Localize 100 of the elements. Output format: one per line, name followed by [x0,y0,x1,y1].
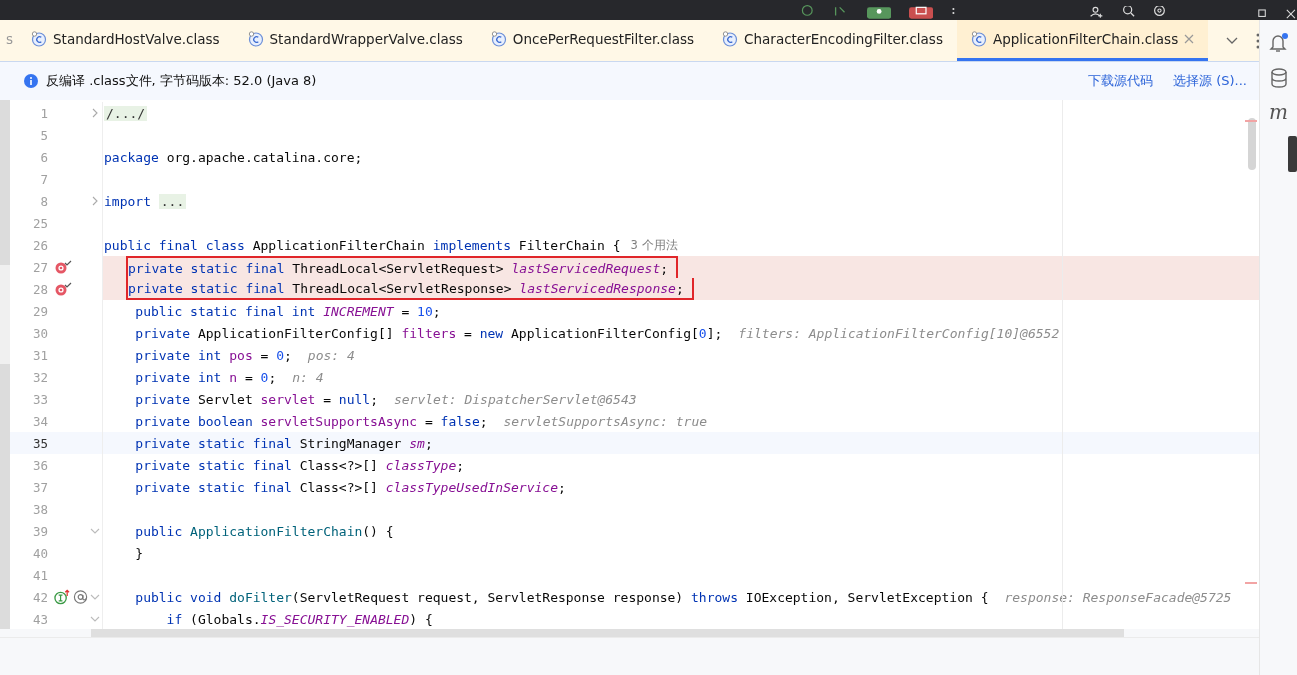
editor-tab[interactable]: CharacterEncodingFilter.class [708,20,957,61]
code-static-field: INCREMENT [323,303,394,319]
folded-code[interactable]: ... [158,193,187,209]
code-text: Servlet [196,391,254,407]
code-keyword: private boolean [134,413,254,429]
code-text: ApplicationFilterChain [251,237,426,253]
code-method-name: doFilter [229,589,292,605]
horizontal-scrollbar[interactable] [91,629,1124,637]
debug-value-hint: n: 4 [292,369,324,385]
database-icon[interactable] [1269,68,1288,88]
usages-hint[interactable]: 3 个用法 [630,237,678,253]
code-keyword: throws [691,589,738,605]
code-text: ; [456,457,465,473]
panel-scrollbar[interactable] [1288,136,1297,172]
code-text: ; [432,303,441,319]
code-keyword: new [479,325,504,341]
line-number: 39 [31,523,48,539]
notifications-icon[interactable] [1267,32,1290,54]
code-text: ; [268,369,277,385]
annotation-icon[interactable] [72,589,88,605]
line-number: 41 [31,567,48,583]
code-keyword: false [440,413,480,429]
line-number: 7 [39,171,48,187]
editor-tab[interactable]: ApplicationFilterChain.class [956,20,1209,61]
code-keyword: public final class [104,237,245,253]
code-text: Class<?>[] [298,457,379,473]
code-text: ; [675,280,684,296]
debug-value-hint: response: ResponseFacade@5725 [1004,589,1232,605]
expand-fold-icon[interactable] [91,196,99,206]
code-keyword: private [134,325,191,341]
code-text: = [259,347,270,363]
strip-scroll-thumb[interactable] [0,100,10,266]
notice-link[interactable]: 选择源 (S)... [1173,72,1247,90]
code-static-field: sm [409,435,425,451]
line-number: 6 [39,149,48,165]
notice-link[interactable]: 下载源代码 [1088,72,1154,90]
line-number: 27 [31,259,48,275]
code-text: org.apache.catalina.core; [166,149,363,165]
code-text: IOException, ServletException { [744,589,989,605]
code-text: = [423,413,434,429]
maven-tool-button[interactable]: m [1269,102,1288,122]
line-number: 37 [31,479,48,495]
debug-value-hint: servlet: DispatcherServlet@6543 [393,391,637,407]
add-user-icon[interactable] [1089,6,1104,20]
code-field: servlet [260,391,316,407]
code-text: ; [370,391,378,407]
code-keyword: private [134,391,191,407]
code-number: 0 [276,347,285,363]
editor-tab[interactable]: StandardHostValve.class [17,20,234,61]
folded-code[interactable]: /.../ [104,105,148,121]
code-keyword: private static final [134,457,292,473]
editor-tab[interactable]: StandardWrapperValve.class [233,20,477,61]
debug-value-hint: servletSupportsAsync: true [503,413,708,429]
strip-scroll-thumb[interactable] [0,363,10,629]
code-text: } [134,545,144,561]
debug-icon[interactable] [866,6,891,20]
code-text: ; [479,413,488,429]
line-number: 43 [31,611,48,627]
code-text: ApplicationFilterConfig[] [196,325,395,341]
code-text: ; [284,347,292,363]
code-keyword: private int [134,347,223,363]
restore-window-icon[interactable] [1258,8,1268,20]
code-keyword: private static final [128,260,285,276]
expand-fold-icon[interactable] [91,108,99,118]
vertical-scrollbar[interactable] [1248,118,1256,170]
close-icon[interactable] [1285,8,1297,20]
line-number: 33 [31,391,48,407]
code-keyword: private static final [128,280,285,296]
more-icon[interactable] [1256,32,1261,49]
code-field: filters [401,325,457,341]
line-number: 32 [31,369,48,385]
code-text: () { [362,523,394,539]
code-keyword: public [134,523,184,539]
code-text: ; [424,435,433,451]
code-number: 10 [417,303,433,319]
code-static-field: lastServicedResponse [519,280,676,296]
code-text: ; [557,479,566,495]
code-static-field: IS_SECURITY_ENABLED [260,611,410,627]
info-icon [24,74,38,88]
code-static-field: lastServicedRequest [511,260,661,276]
stop-icon[interactable] [908,6,934,20]
code-field: pos [229,347,253,363]
code-keyword: null [338,391,371,407]
chevron-down-icon[interactable] [1226,36,1239,45]
implements-method-icon[interactable] [54,589,71,605]
search-icon[interactable] [1121,6,1135,20]
line-number: 1 [39,105,48,121]
code-number: 0 [260,369,269,385]
field-watchpoint-icon[interactable] [54,260,72,274]
field-watchpoint-icon[interactable] [54,282,72,296]
code-keyword: if [165,611,183,627]
line-number: 31 [31,347,48,363]
code-static-field: classType [385,457,457,473]
code-keyword: public void [134,589,223,605]
close-tab-icon[interactable] [1184,34,1195,44]
code-keyword: package [104,149,160,165]
editor-tab[interactable]: OncePerRequestFilter.class [476,20,709,61]
code-text: ThreadLocal<ServletResponse> [291,280,513,296]
code-text: ) { [409,611,433,627]
line-number: 5 [39,127,48,143]
